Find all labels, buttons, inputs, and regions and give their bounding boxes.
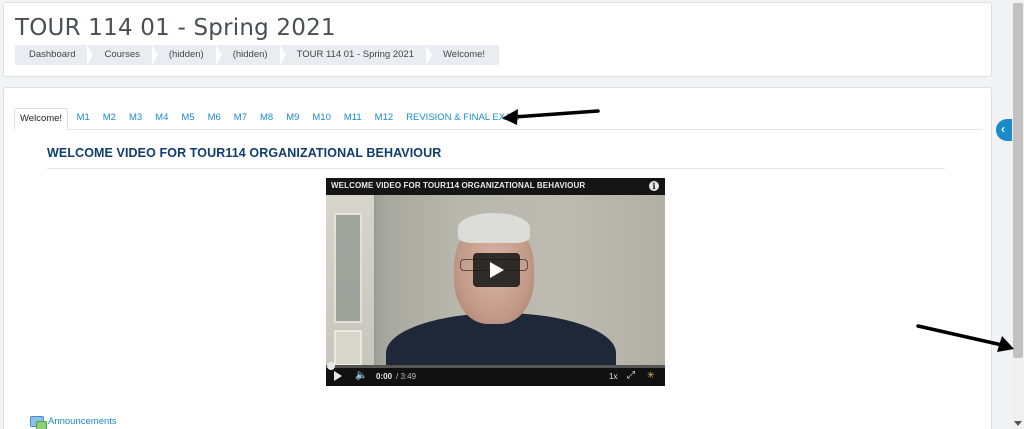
forum-icon [30, 416, 47, 429]
chromecast-icon[interactable]: ✳ [647, 370, 655, 381]
section-tabs: Welcome! M1 M2 M3 M4 M5 M6 M7 M8 M9 M10 … [14, 108, 982, 130]
scrollbar[interactable] [1012, 0, 1024, 429]
progress-bar[interactable] [326, 365, 665, 368]
breadcrumb-dashboard[interactable]: Dashboard [15, 45, 94, 65]
section-title: WELCOME VIDEO FOR TOUR114 ORGANIZATIONAL… [47, 146, 442, 160]
video-title: WELCOME VIDEO FOR TOUR114 ORGANIZATIONAL… [331, 181, 586, 190]
page: TOUR 114 01 - Spring 2021 Dashboard Cour… [0, 0, 1024, 429]
breadcrumb-hidden-2[interactable]: (hidden) [219, 45, 286, 65]
video-player[interactable]: WELCOME VIDEO FOR TOUR114 ORGANIZATIONAL… [326, 178, 665, 386]
scroll-down-icon[interactable] [1014, 421, 1022, 426]
tab-m8[interactable]: M8 [253, 108, 279, 129]
tab-m2[interactable]: M2 [96, 108, 122, 129]
breadcrumb-hidden-1[interactable]: (hidden) [155, 45, 222, 65]
fullscreen-icon[interactable]: ⤢ [627, 370, 635, 381]
tab-m7[interactable]: M7 [227, 108, 253, 129]
chevron-left-icon: ‹ [1001, 122, 1005, 136]
presenter-hair [458, 213, 530, 243]
cabinet-glass [334, 213, 362, 323]
breadcrumb-welcome[interactable]: Welcome! [429, 45, 499, 65]
tab-m11[interactable]: M11 [337, 108, 368, 129]
total-time: / 3:49 [396, 372, 417, 381]
announcements-activity: Announcements [30, 416, 117, 429]
breadcrumb: Dashboard Courses (hidden) (hidden) TOUR… [15, 45, 500, 65]
course-header: TOUR 114 01 - Spring 2021 Dashboard Cour… [3, 2, 992, 77]
scrub-handle[interactable] [327, 362, 335, 370]
background-cabinet [326, 195, 376, 366]
video-titlebar: WELCOME VIDEO FOR TOUR114 ORGANIZATIONAL… [326, 178, 665, 195]
current-time: 0:00 [376, 372, 393, 381]
announcements-link[interactable]: Announcements [48, 416, 117, 427]
tab-m6[interactable]: M6 [201, 108, 227, 129]
tab-revision-final-exam[interactable]: REVISION & FINAL EXAM [400, 108, 526, 129]
tab-m3[interactable]: M3 [122, 108, 148, 129]
tab-m9[interactable]: M9 [280, 108, 306, 129]
speed-button[interactable]: 1x [609, 372, 617, 381]
page-title: TOUR 114 01 - Spring 2021 [15, 15, 336, 41]
course-content: Welcome! M1 M2 M3 M4 M5 M6 M7 M8 M9 M10 … [3, 87, 992, 429]
breadcrumb-course[interactable]: TOUR 114 01 - Spring 2021 [283, 45, 433, 65]
play-icon-small[interactable] [334, 371, 342, 381]
tab-m12[interactable]: M12 [368, 108, 399, 129]
tab-m10[interactable]: M10 [306, 108, 337, 129]
play-icon[interactable] [473, 253, 520, 287]
tab-m4[interactable]: M4 [149, 108, 175, 129]
divider [47, 168, 945, 169]
info-icon[interactable]: i [649, 181, 659, 191]
video-frame[interactable] [326, 195, 665, 366]
tab-m1[interactable]: M1 [70, 108, 96, 129]
tab-m5[interactable]: M5 [175, 108, 201, 129]
volume-icon[interactable]: 🔈 [355, 370, 367, 381]
breadcrumb-courses[interactable]: Courses [90, 45, 159, 65]
scrollbar-thumb[interactable] [1013, 3, 1023, 358]
cabinet-drawer [334, 330, 362, 366]
tab-welcome[interactable]: Welcome! [14, 108, 69, 130]
